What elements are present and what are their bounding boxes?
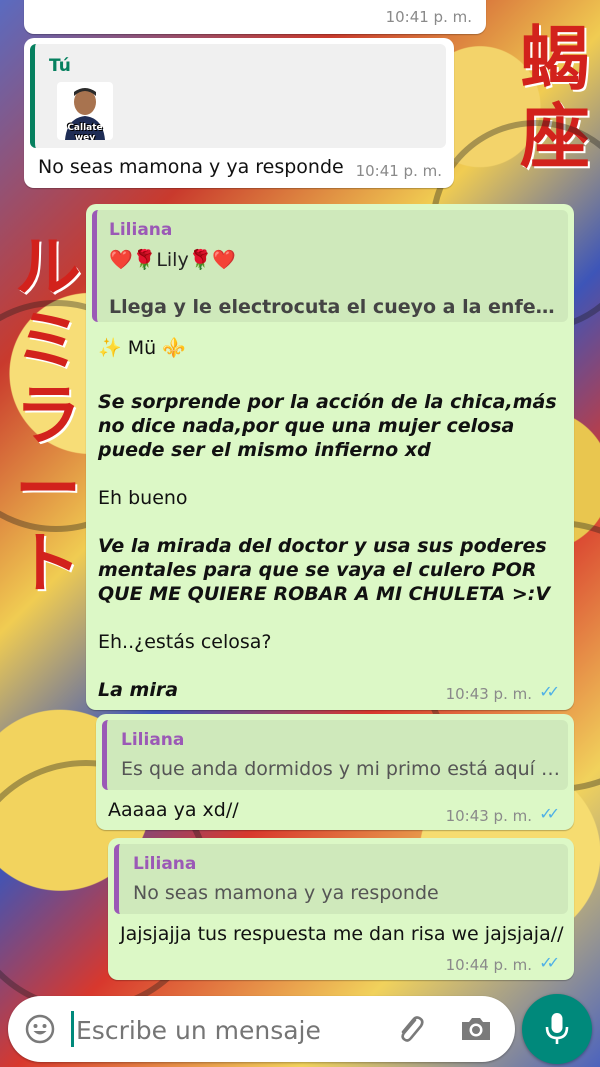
quoted-message[interactable]: Tú Callate wey <box>30 44 446 148</box>
quoted-message[interactable]: Liliana No seas mamona y ya responde <box>114 844 568 914</box>
message-time: 10:43 p. m. <box>445 685 532 703</box>
message-bubble-incoming[interactable]: Tú Callate wey No seas mamona y ya respo… <box>24 38 454 188</box>
message-time: 10:44 p. m. <box>445 956 532 974</box>
message-bubble-incoming[interactable]: 10:41 p. m. <box>24 0 486 34</box>
quoted-message[interactable]: Liliana Es que anda dormidos y mi primo … <box>102 720 568 790</box>
message-bubble-outgoing[interactable]: Liliana ❤️🌹Lily🌹❤️ Llega y le electrocut… <box>86 204 574 710</box>
message-line: Ve la mirada del doctor y usa sus podere… <box>98 535 551 605</box>
message-time: 10:43 p. m. <box>445 807 532 825</box>
quote-text: ❤️🌹Lily🌹❤️ <box>109 249 237 271</box>
read-ticks-icon: ✓✓ <box>539 953 560 972</box>
message-bubble-outgoing[interactable]: Liliana Es que anda dormidos y mi primo … <box>96 714 574 830</box>
mic-icon <box>544 1011 570 1051</box>
sticker-thumbnail: Callate wey <box>57 82 113 140</box>
message-line: Se sorprende por la acción de la chica,m… <box>98 391 557 461</box>
message-text: No seas mamona y ya responde <box>38 156 344 178</box>
message-line: Eh bueno <box>98 487 188 509</box>
quote-author: Liliana <box>133 854 197 874</box>
mic-button[interactable] <box>522 994 592 1064</box>
message-line: La mira <box>98 679 179 701</box>
read-ticks-icon: ✓✓ <box>539 804 560 823</box>
message-text: Jajsjajja tus respuesta me dan risa we j… <box>120 923 564 945</box>
message-time: 10:41 p. m. <box>385 8 472 26</box>
quote-author: Tú <box>49 56 71 76</box>
message-text: Aaaaa ya xd// <box>108 799 239 821</box>
quote-text: Es que anda dormidos y mi primo está aqu… <box>121 758 561 780</box>
quote-author: Liliana <box>109 220 173 240</box>
quoted-message[interactable]: Liliana ❤️🌹Lily🌹❤️ Llega y le electrocut… <box>92 210 568 322</box>
quote-text: Llega y le electrocuta el cueyo a la enf… <box>109 296 555 318</box>
message-composer <box>8 996 515 1062</box>
camera-icon[interactable] <box>459 1013 493 1045</box>
message-input[interactable] <box>74 1009 378 1051</box>
quote-text: No seas mamona y ya responde <box>133 882 439 904</box>
message-line: Eh..¿estás celosa? <box>98 631 272 653</box>
message-bubble-outgoing[interactable]: Liliana No seas mamona y ya responde Jaj… <box>108 838 574 980</box>
quote-author: Liliana <box>121 730 185 750</box>
message-line: ✨ Mü ⚜️ <box>98 337 186 359</box>
emoji-icon[interactable] <box>24 1013 56 1045</box>
paperclip-icon[interactable] <box>393 1012 427 1046</box>
sticker-caption: Callate wey <box>67 123 103 140</box>
read-ticks-icon: ✓✓ <box>539 682 560 701</box>
message-time: 10:41 p. m. <box>355 162 442 180</box>
